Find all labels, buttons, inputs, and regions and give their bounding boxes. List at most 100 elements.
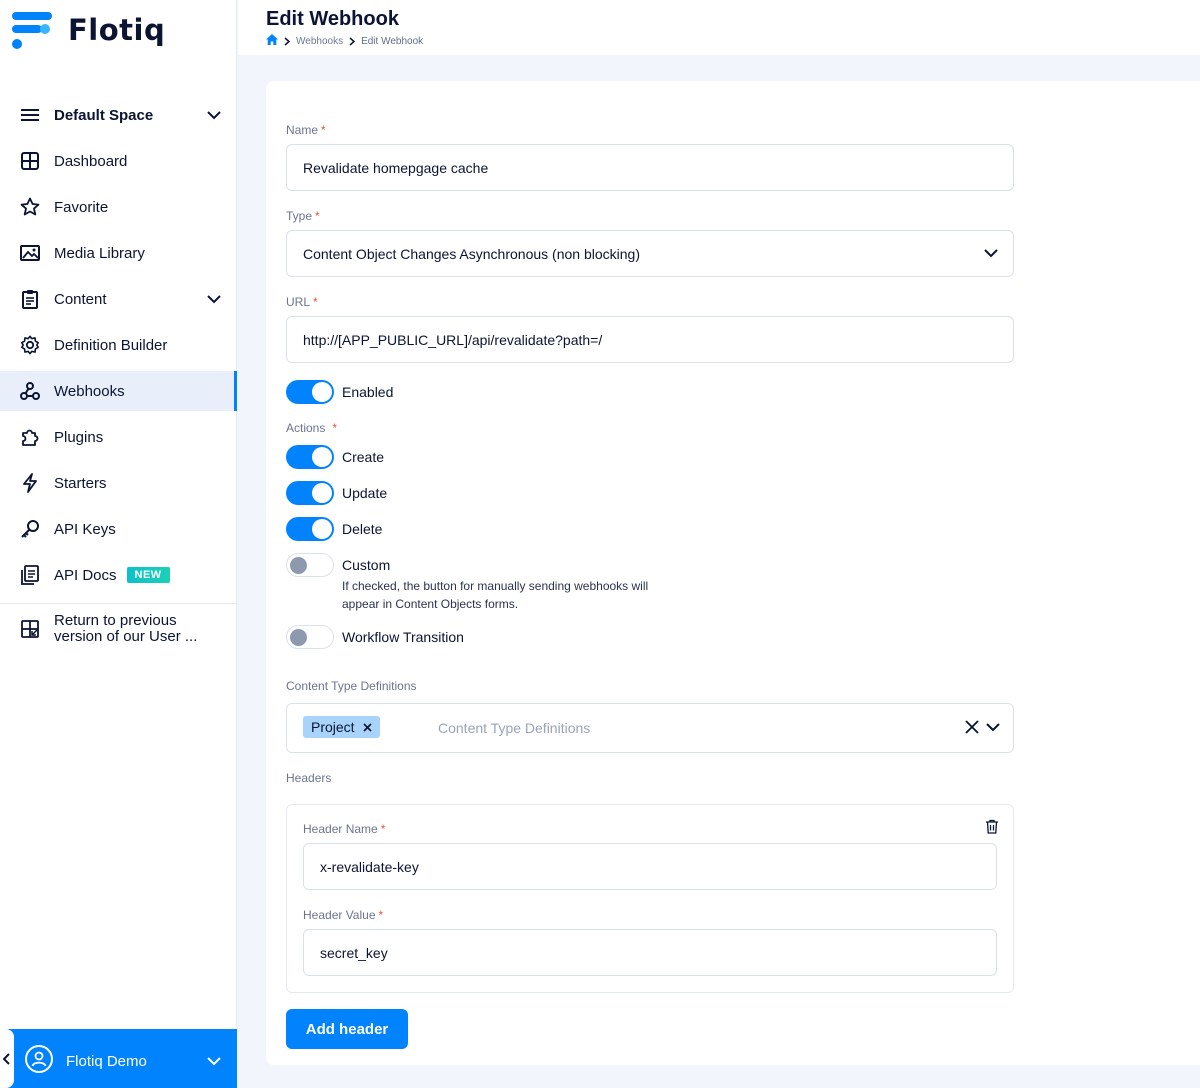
url-value: http://[APP_PUBLIC_URL]/api/revalidate?p… — [303, 331, 603, 348]
create-toggle[interactable] — [286, 445, 334, 469]
sidebar-item-content[interactable]: Content — [0, 279, 237, 319]
new-badge: NEW — [126, 567, 170, 583]
layout-return-icon — [20, 619, 40, 639]
sidebar-item-label: Media Library — [54, 244, 145, 262]
sidebar-item-webhooks[interactable]: Webhooks — [0, 371, 237, 411]
breadcrumb: Webhooks Edit Webhook — [266, 34, 423, 48]
space-selector[interactable]: Default Space — [0, 95, 237, 135]
sidebar-item-definition-builder[interactable]: Definition Builder — [0, 325, 237, 365]
sidebar-item-starters[interactable]: Starters — [0, 463, 237, 503]
page-header: Edit Webhook Webhooks Edit Webhook — [238, 0, 1200, 55]
sidebar-item-label: Dashboard — [54, 152, 128, 170]
header-name-value: x-revalidate-key — [320, 858, 419, 875]
name-label: Name * — [286, 123, 326, 137]
url-label: URL * — [286, 295, 318, 309]
star-icon — [20, 197, 40, 217]
header-name-input[interactable]: x-revalidate-key — [303, 843, 997, 890]
actions-label: Actions * — [286, 421, 338, 435]
page-title: Edit Webhook — [266, 8, 399, 30]
trash-icon[interactable] — [985, 819, 999, 839]
workflow-transition-toggle[interactable] — [286, 625, 334, 649]
sidebar-nav: Default Space Dashboard Favorite Media L… — [0, 95, 237, 601]
user-menu[interactable]: Flotiq Demo — [0, 1029, 237, 1088]
sidebar: Flotiq Default Space Dashboard Favorite — [0, 0, 237, 1088]
sidebar-item-media-library[interactable]: Media Library — [0, 233, 237, 273]
delete-label: Delete — [342, 521, 383, 537]
type-value: Content Object Changes Asynchronous (non… — [303, 245, 640, 262]
sidebar-item-plugins[interactable]: Plugins — [0, 417, 237, 457]
user-avatar-icon — [25, 1045, 53, 1073]
name-value: Revalidate homepgage cache — [303, 159, 489, 176]
sidebar-item-label: Content — [54, 290, 107, 308]
breadcrumb-webhooks-link[interactable]: Webhooks — [296, 36, 343, 47]
create-row: Create — [286, 445, 384, 469]
sidebar-divider — [0, 603, 237, 604]
chip-label: Project — [311, 719, 355, 735]
sidebar-item-label: Definition Builder — [54, 336, 168, 354]
sidebar-item-favorite[interactable]: Favorite — [0, 187, 237, 227]
return-to-previous-version-link[interactable]: Return to previous version of our User .… — [20, 613, 220, 645]
sidebar-item-dashboard[interactable]: Dashboard — [0, 141, 237, 181]
custom-help-text: If checked, the button for manually send… — [342, 579, 649, 611]
headers-label: Headers — [286, 771, 332, 785]
enabled-toggle[interactable] — [286, 380, 334, 404]
sidebar-item-label: API Keys — [54, 520, 116, 538]
chevron-right-icon — [284, 36, 290, 46]
sidebar-item-label: Webhooks — [54, 382, 125, 400]
sidebar-item-label: Favorite — [54, 198, 109, 216]
type-select[interactable]: Content Object Changes Asynchronous (non… — [286, 230, 1014, 277]
custom-label: Custom — [342, 557, 391, 573]
clipboard-icon — [20, 289, 40, 309]
image-icon — [20, 243, 40, 263]
sidebar-item-api-docs[interactable]: API Docs NEW — [0, 555, 237, 595]
update-label: Update — [342, 485, 388, 501]
document-icon — [20, 565, 40, 585]
header-value-label: Header Value * — [303, 908, 384, 922]
delete-toggle[interactable] — [286, 517, 334, 541]
chevron-right-icon — [349, 36, 356, 46]
sidebar-item-label: Starters — [54, 474, 107, 492]
update-toggle[interactable] — [286, 481, 334, 505]
workflow-label: Workflow Transition — [342, 629, 464, 645]
header-value-value: secret_key — [320, 944, 388, 961]
chevron-down-icon — [983, 246, 999, 262]
create-label: Create — [342, 449, 385, 465]
return-label: Return to previous version of our User .… — [54, 612, 198, 645]
type-label: Type * — [286, 209, 320, 223]
clear-icon[interactable] — [965, 720, 979, 739]
sidebar-item-api-keys[interactable]: API Keys — [0, 509, 237, 549]
remove-chip-icon[interactable] — [363, 722, 372, 732]
add-header-button[interactable]: Add header — [286, 1009, 408, 1049]
delete-row: Delete — [286, 517, 382, 541]
lightning-icon — [20, 473, 40, 493]
workflow-row: Workflow Transition — [286, 625, 464, 649]
header-entry: Header Name * x-revalidate-key Header Val… — [286, 804, 1014, 993]
custom-toggle[interactable] — [286, 553, 334, 577]
header-name-label: Header Name * — [303, 822, 386, 836]
chevron-down-icon — [207, 107, 221, 124]
dashboard-icon — [20, 151, 40, 171]
chevron-down-icon[interactable] — [985, 720, 1001, 738]
chevron-left-icon — [3, 1052, 10, 1065]
header-value-input[interactable]: secret_key — [303, 929, 997, 976]
space-name: Default Space — [54, 106, 154, 124]
ctd-chip: Project — [303, 716, 380, 738]
collapse-sidebar-button[interactable] — [0, 1029, 14, 1088]
logo-text: Flotiq — [68, 13, 166, 47]
enabled-label: Enabled — [342, 384, 394, 400]
logo[interactable]: Flotiq — [12, 8, 165, 52]
breadcrumb-current: Edit Webhook — [361, 35, 424, 47]
ctd-label: Content Type Definitions — [286, 679, 417, 693]
user-name: Flotiq Demo — [66, 1053, 147, 1070]
webhook-icon — [20, 381, 40, 401]
puzzle-icon — [20, 427, 40, 447]
ctd-multiselect[interactable]: Project Content Type Definitions — [286, 703, 1014, 753]
home-icon[interactable] — [266, 34, 278, 48]
gear-icon — [20, 335, 40, 355]
sidebar-item-label: Plugins — [54, 428, 104, 446]
chevron-down-icon — [207, 291, 221, 308]
menu-icon — [20, 105, 40, 125]
custom-row: Custom — [286, 553, 390, 577]
name-input[interactable]: Revalidate homepgage cache — [286, 144, 1014, 191]
url-input[interactable]: http://[APP_PUBLIC_URL]/api/revalidate?p… — [286, 316, 1014, 363]
